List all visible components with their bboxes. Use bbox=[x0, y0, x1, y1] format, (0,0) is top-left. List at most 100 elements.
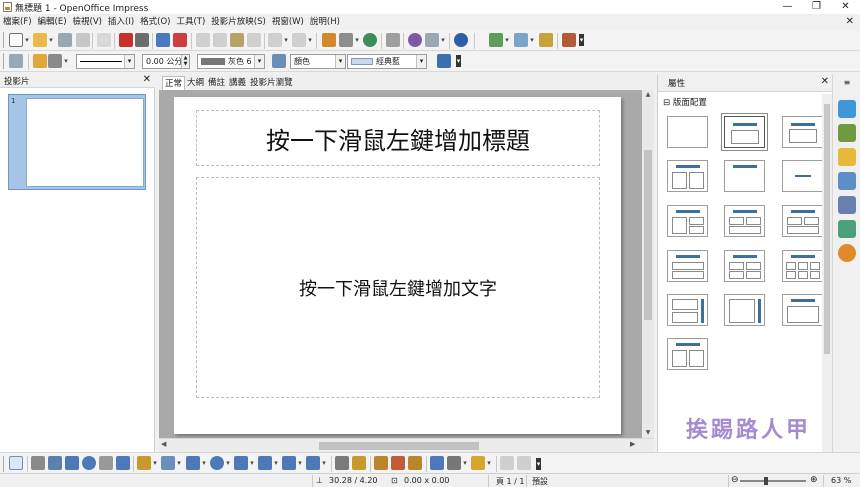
layout-vertical-title-2[interactable] bbox=[667, 294, 708, 326]
tab-outline[interactable]: 大綱 bbox=[185, 76, 206, 90]
menu-window[interactable]: 視窗(W) bbox=[269, 14, 307, 30]
gallery-tool-icon[interactable] bbox=[408, 456, 422, 470]
slide-transition-icon[interactable] bbox=[838, 172, 856, 190]
tab-slide-sorter[interactable]: 投影片瀏覽 bbox=[248, 76, 295, 90]
tab-normal[interactable]: 正常 bbox=[162, 76, 186, 90]
undo-dropdown-icon[interactable]: ▾ bbox=[283, 33, 289, 47]
open-dropdown-icon[interactable]: ▾ bbox=[48, 33, 54, 47]
zoom-slider-handle[interactable] bbox=[764, 477, 768, 485]
flowchart-dropdown-icon[interactable]: ▾ bbox=[273, 456, 279, 470]
scroll-up-icon[interactable]: ▲ bbox=[642, 90, 654, 100]
table-dropdown-icon[interactable]: ▾ bbox=[354, 33, 360, 47]
open-folder-icon[interactable] bbox=[33, 33, 47, 47]
scroll-right-icon[interactable]: ▶ bbox=[630, 440, 640, 448]
layout-2content-title[interactable] bbox=[724, 205, 765, 237]
layout-title-only[interactable] bbox=[782, 116, 823, 148]
menu-tools[interactable]: 工具(T) bbox=[173, 14, 208, 30]
callouts-icon[interactable] bbox=[282, 456, 296, 470]
rotate-icon[interactable] bbox=[430, 456, 444, 470]
curve-icon[interactable] bbox=[137, 456, 151, 470]
copy-icon[interactable] bbox=[213, 33, 227, 47]
slide-thumbnail-selected[interactable]: 1 bbox=[8, 94, 146, 190]
layout-title-2content[interactable] bbox=[667, 160, 708, 192]
body-placeholder[interactable]: 按一下滑鼠左鍵增加文字 bbox=[196, 177, 600, 398]
tab-handout[interactable]: 講義 bbox=[227, 76, 248, 90]
flowchart-icon[interactable] bbox=[258, 456, 272, 470]
new-document-icon[interactable] bbox=[9, 33, 23, 47]
minimize-button[interactable]: — bbox=[773, 0, 802, 14]
autospellcheck-icon[interactable] bbox=[173, 33, 187, 47]
points-icon[interactable] bbox=[335, 456, 349, 470]
close-icon[interactable]: ✕ bbox=[821, 76, 829, 87]
layout-title-content[interactable] bbox=[721, 113, 768, 151]
redo-dropdown-icon[interactable]: ▾ bbox=[307, 33, 313, 47]
properties-scroll-thumb[interactable] bbox=[824, 104, 830, 354]
area-fill-select[interactable]: 經典藍 ▾ bbox=[347, 54, 427, 69]
stars-icon[interactable] bbox=[306, 456, 320, 470]
navigator-icon[interactable] bbox=[408, 33, 422, 47]
redo-icon[interactable] bbox=[292, 33, 306, 47]
collapse-icon[interactable]: ⊟ bbox=[663, 98, 670, 108]
slide-dropdown-icon[interactable]: ▾ bbox=[504, 33, 510, 47]
menu-help[interactable]: 說明(H) bbox=[307, 14, 343, 30]
layout-centered-text[interactable] bbox=[782, 160, 823, 192]
menu-file[interactable]: 檔案(F) bbox=[0, 14, 35, 30]
3d-effects-icon[interactable] bbox=[517, 456, 531, 470]
export-pdf-icon[interactable] bbox=[119, 33, 133, 47]
area-style-select[interactable]: 顏色 ▾ bbox=[290, 54, 346, 69]
menu-slideshow[interactable]: 投影片放映(S) bbox=[208, 14, 269, 30]
arrow-dropdown-icon[interactable]: ▾ bbox=[63, 54, 69, 68]
cut-icon[interactable] bbox=[196, 33, 210, 47]
layout-title-2rows[interactable] bbox=[667, 250, 708, 282]
block-arrows-dropdown-icon[interactable]: ▾ bbox=[249, 456, 255, 470]
arrow-line-icon[interactable] bbox=[48, 456, 62, 470]
align-dropdown-icon[interactable]: ▾ bbox=[462, 456, 468, 470]
slide[interactable]: 按一下滑鼠左鍵增加標題 按一下滑鼠左鍵增加文字 bbox=[174, 97, 621, 434]
styles-icon[interactable] bbox=[9, 54, 23, 68]
line-tool-icon[interactable] bbox=[31, 456, 45, 470]
callouts-dropdown-icon[interactable]: ▾ bbox=[297, 456, 303, 470]
arrow-style-icon[interactable] bbox=[48, 54, 62, 68]
help-icon[interactable] bbox=[454, 33, 468, 47]
menu-format[interactable]: 格式(O) bbox=[137, 14, 173, 30]
scroll-down-icon[interactable]: ▼ bbox=[642, 428, 654, 438]
curve-dropdown-icon[interactable]: ▾ bbox=[152, 456, 158, 470]
styles-deck-icon[interactable] bbox=[838, 220, 856, 238]
layout-title-content-2col[interactable] bbox=[667, 205, 708, 237]
zoom-out-icon[interactable]: ⊖ bbox=[731, 475, 739, 485]
slide-icon[interactable] bbox=[489, 33, 503, 47]
select-pointer-icon[interactable] bbox=[9, 456, 23, 470]
from-file-icon[interactable] bbox=[391, 456, 405, 470]
line-color-select[interactable]: 灰色 6 ▾ bbox=[197, 54, 265, 69]
clone-formatting-icon[interactable] bbox=[247, 33, 261, 47]
layout-title-vertical-text[interactable] bbox=[782, 294, 823, 326]
toolbar-overflow-icon[interactable]: ▾ bbox=[456, 55, 461, 67]
layout-title-6content[interactable] bbox=[782, 250, 823, 282]
connector-dropdown-icon[interactable]: ▾ bbox=[176, 456, 182, 470]
gallery-icon[interactable] bbox=[838, 196, 856, 214]
line-width-stepper[interactable]: 0.00 公分 ▲ ▼ bbox=[142, 54, 190, 69]
symbol-shapes-dropdown-icon[interactable]: ▾ bbox=[225, 456, 231, 470]
zoom-icon[interactable] bbox=[425, 33, 439, 47]
layout-vertical-title[interactable] bbox=[724, 294, 765, 326]
fontwork-icon[interactable] bbox=[374, 456, 388, 470]
connector-icon[interactable] bbox=[161, 456, 175, 470]
vertical-text-icon[interactable] bbox=[116, 456, 130, 470]
line-icon[interactable] bbox=[33, 54, 47, 68]
print-icon[interactable] bbox=[135, 33, 149, 47]
slide-layout-icon[interactable] bbox=[539, 33, 553, 47]
layouts-section-header[interactable]: ⊟ 版面配置 bbox=[663, 96, 707, 108]
new-dropdown-icon[interactable]: ▾ bbox=[24, 33, 30, 47]
menu-view[interactable]: 檢視(V) bbox=[70, 14, 105, 30]
shadow-icon[interactable] bbox=[437, 54, 451, 68]
arrange-icon[interactable] bbox=[471, 456, 485, 470]
close-document-icon[interactable]: ✕ bbox=[846, 16, 854, 27]
hyperlink-globe-icon[interactable] bbox=[363, 33, 377, 47]
zoom-in-icon[interactable]: ⊕ bbox=[810, 475, 818, 485]
properties-scrollbar[interactable] bbox=[822, 94, 832, 452]
symbol-shapes-icon[interactable] bbox=[210, 456, 224, 470]
menu-insert[interactable]: 插入(I) bbox=[105, 14, 137, 30]
basic-shapes-dropdown-icon[interactable]: ▾ bbox=[201, 456, 207, 470]
line-style-select[interactable]: ▾ bbox=[76, 54, 135, 69]
toolbar-overflow-icon[interactable]: ▾ bbox=[536, 458, 541, 470]
